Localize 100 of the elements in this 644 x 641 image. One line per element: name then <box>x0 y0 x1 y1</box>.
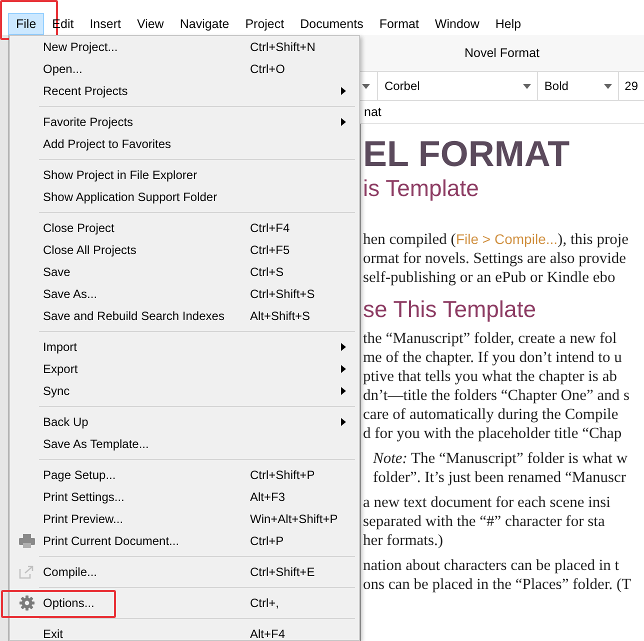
menu-entry[interactable]: Save and Rebuild Search Indexes Alt+Shift+S <box>10 305 359 327</box>
document-heading: EL FORMAT <box>363 134 571 174</box>
body-text-line: ons can be placed in the “Places” folder. (T <box>363 575 632 594</box>
menu-entry[interactable]: Options... Ctrl+, <box>10 592 359 614</box>
shortcut-text: Ctrl+Shift+P <box>250 468 315 482</box>
menu-entry-label: Save As Template... <box>43 437 150 451</box>
section-heading: se This Template <box>363 295 538 323</box>
shortcut-text: Alt+F3 <box>250 490 286 504</box>
menu-entry[interactable]: Compile... Ctrl+Shift+E <box>10 561 359 583</box>
shortcut-text: Ctrl+F4 <box>250 221 290 235</box>
menu-item[interactable]: View <box>128 13 172 35</box>
shortcut-text: Ctrl+Shift+S <box>250 287 315 301</box>
header-text: nat <box>364 105 382 119</box>
menu-entry[interactable]: New Project... Ctrl+Shift+N <box>10 36 359 58</box>
menu-entry[interactable]: Open... Ctrl+O <box>10 58 359 80</box>
menu-entry-label: Save and Rebuild Search Indexes <box>43 309 226 323</box>
menu-item[interactable]: Project <box>237 13 292 35</box>
menu-entry-label: Sync <box>43 384 71 398</box>
menu-entry-label: Page Setup... <box>43 468 117 482</box>
shortcut-text: Ctrl+S <box>250 265 284 279</box>
body-text-line: dn’t—title the folders “Chapter One” and s <box>363 386 631 405</box>
body-text-line: the “Manuscript” folder, create a new fol <box>363 329 618 348</box>
menu-entry[interactable]: Sync <box>10 380 359 402</box>
menu-item[interactable]: Format <box>371 13 427 35</box>
body-text-line: me of the chapter. If you don’t intend to u <box>363 348 623 367</box>
menu-entry[interactable]: Show Project in File Explorer <box>10 164 359 186</box>
menu-item[interactable]: Documents <box>292 13 372 35</box>
menu-entry[interactable]: Save As... Ctrl+Shift+S <box>10 283 359 305</box>
shortcut-text: Ctrl+, <box>250 596 280 610</box>
dropdown[interactable]: Corbel <box>378 72 538 100</box>
caret-icon <box>362 84 370 88</box>
menu-item[interactable]: File <box>8 13 44 35</box>
body-text-line: self-publishing or an ePub or Kindle ebo <box>363 268 616 287</box>
menu-entry-label: Import <box>43 340 78 354</box>
menu-entry-label: Show Project in File Explorer <box>43 168 198 182</box>
menu-item[interactable]: Help <box>487 13 530 35</box>
menu-entry-label: Close All Projects <box>43 243 138 257</box>
document-title: Novel Format <box>464 46 540 60</box>
note-text-line: folder”. It’s just been renamed “Manuscr <box>373 468 628 487</box>
menu-entry-label: Export <box>43 362 79 376</box>
font-size-field[interactable]: 29 <box>618 72 644 100</box>
menu-item[interactable]: Window <box>426 13 488 35</box>
menu-entry[interactable]: Back Up <box>10 411 359 433</box>
menu-entry-label: Recent Projects <box>43 84 129 98</box>
menu-entry-label: Back Up <box>43 415 90 429</box>
shortcut-text: Ctrl+F5 <box>250 243 290 257</box>
menu-entry-label: New Project... <box>43 40 119 54</box>
menu-entry[interactable]: Save As Template... <box>10 433 359 455</box>
menu-entry[interactable]: Print Settings... Alt+F3 <box>10 486 359 508</box>
menu-entry-label: Exit <box>43 627 64 641</box>
body-text-line: care of automatically during the Compile <box>363 405 620 424</box>
caret-icon <box>523 84 532 88</box>
menu-entry[interactable]: Export <box>10 358 359 380</box>
body-text-line: d for you with the placeholder title “Chap <box>363 424 623 443</box>
menu-entry[interactable]: Save Ctrl+S <box>10 261 359 283</box>
menu-entry[interactable]: Print Current Document... Ctrl+P <box>10 530 359 552</box>
menu-entry-label: Favorite Projects <box>43 115 134 129</box>
menu-entry[interactable]: Import <box>10 336 359 358</box>
export-icon <box>19 565 34 579</box>
shortcut-text: Win+Alt+Shift+P <box>250 512 338 526</box>
body-text-line: a new text document for each scene insi <box>363 493 612 512</box>
menu-entry[interactable]: Exit Alt+F4 <box>10 623 359 641</box>
body-text-line: her formats.) <box>363 531 444 550</box>
section-heading: is Template <box>363 174 480 202</box>
menu-entry-label: Add Project to Favorites <box>43 137 172 151</box>
menu-entry-label: Print Current Document... <box>43 534 180 548</box>
menu-entry[interactable]: Recent Projects <box>10 80 359 102</box>
menu-item[interactable]: Insert <box>82 13 129 35</box>
menu-entry-label: Print Preview... <box>43 512 124 526</box>
shortcut-text: Ctrl+Shift+N <box>250 40 316 54</box>
body-text-line: nation about characters can be placed in t <box>363 556 620 575</box>
menu-entry[interactable]: Close Project Ctrl+F4 <box>10 217 359 239</box>
menu-entry[interactable]: Print Preview... Win+Alt+Shift+P <box>10 508 359 530</box>
shortcut-text: Alt+F4 <box>250 627 286 641</box>
caret-icon <box>604 84 612 88</box>
menu-entry[interactable]: Page Setup... Ctrl+Shift+P <box>10 464 359 486</box>
menu-entry[interactable]: Add Project to Favorites <box>10 133 359 155</box>
menu-entry[interactable]: Favorite Projects <box>10 111 359 133</box>
body-text-line: hen compiled (File > Compile...), this proje <box>363 230 630 249</box>
shortcut-text: Alt+Shift+S <box>250 309 310 323</box>
menu-entry-label: Save <box>43 265 72 279</box>
settings-icon <box>18 595 34 611</box>
menu-entry-label: Options... <box>43 596 96 610</box>
body-text-line: ptive that tells you what the chapter is ab <box>363 367 618 386</box>
menu-entry-label: Save As... <box>43 287 98 301</box>
menu-entry[interactable]: Show Application Support Folder <box>10 186 359 208</box>
menu-entry-label: Open... <box>43 62 84 76</box>
dropdown[interactable]: Bold <box>538 72 619 100</box>
menu-item[interactable]: Navigate <box>172 13 238 35</box>
shortcut-text: Ctrl+O <box>250 62 286 76</box>
printer-icon <box>18 534 34 548</box>
menu-entry-label: Close Project <box>43 221 116 235</box>
dropdown[interactable] <box>360 72 378 100</box>
menu-entry-label: Show Application Support Folder <box>43 190 218 204</box>
menu-entry-label: Compile... <box>43 565 98 579</box>
shortcut-text: Ctrl+Shift+E <box>250 565 315 579</box>
menu-entry[interactable]: Close All Projects Ctrl+F5 <box>10 239 359 261</box>
body-text-line: separated with the “#” character for sta <box>363 512 606 531</box>
note-text-line: Note: The “Manuscript” folder is what w <box>373 449 629 468</box>
body-text-line: ormat for novels. Settings are also provide <box>363 249 628 268</box>
